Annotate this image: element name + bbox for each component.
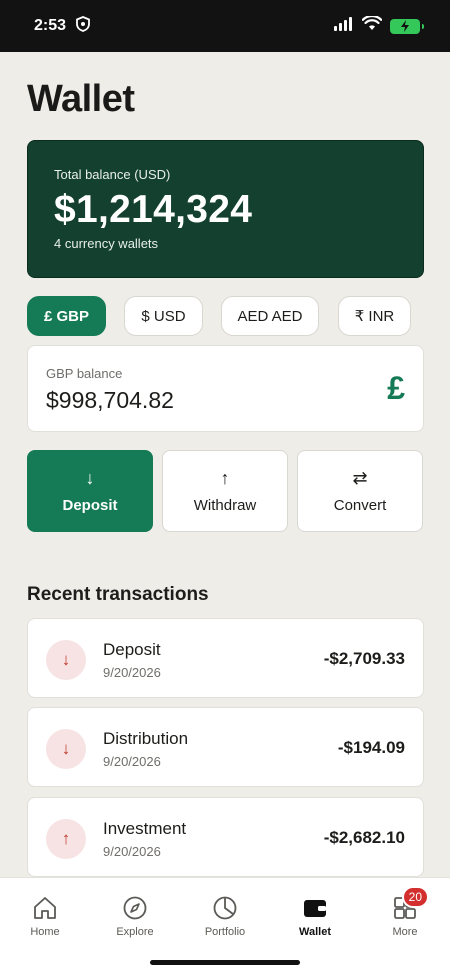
tab-inr[interactable]: ₹ INR (338, 296, 411, 336)
bottom-nav: Home Explore Portfolio Wallet 20 More (0, 877, 450, 975)
status-time: 2:53 (34, 17, 67, 34)
signal-icon (334, 16, 354, 36)
arrow-down-icon: ↓ (85, 467, 95, 488)
convert-button[interactable]: ⇄ Convert (297, 450, 423, 532)
transaction-title: Distribution (103, 729, 189, 748)
withdraw-button[interactable]: ↑ Withdraw (162, 450, 288, 532)
withdraw-button-label: Withdraw (193, 496, 257, 514)
wallet-balance-amount: $998,704.82 (46, 387, 174, 413)
nav-more[interactable]: 20 More (360, 886, 450, 938)
arrow-up-icon: ↑ (220, 467, 230, 488)
wifi-icon (361, 14, 383, 36)
status-bar: 2:53 (0, 0, 450, 52)
wallet-count: 4 currency wallets (54, 236, 159, 251)
convert-button-label: Convert (333, 496, 387, 514)
nav-portfolio-label: Portfolio (204, 926, 246, 938)
transaction-date: 9/20/2026 (103, 665, 161, 680)
transaction-amount: -$2,709.33 (323, 649, 405, 668)
nav-wallet[interactable]: Wallet (270, 894, 360, 938)
home-icon (31, 894, 59, 922)
transaction-date: 9/20/2026 (103, 844, 161, 859)
total-balance-card: Total balance (USD) $1,214,324 4 currenc… (27, 140, 424, 278)
wallet-balance-label: GBP balance (46, 366, 123, 381)
nav-explore-label: Explore (116, 926, 154, 938)
transaction-amount: -$2,682.10 (323, 828, 405, 847)
recent-transactions-title: Recent transactions (27, 584, 209, 605)
tab-gbp[interactable]: £ GBP (27, 296, 106, 336)
selected-wallet-card: GBP balance $998,704.82 £ (27, 345, 424, 432)
transaction-row[interactable]: ↓ Distribution 9/20/2026 -$194.09 (27, 707, 424, 787)
arrow-down-icon: ↓ (46, 640, 86, 680)
tab-usd[interactable]: $ USD (124, 296, 203, 336)
nav-wallet-label: Wallet (299, 926, 331, 938)
nav-explore[interactable]: Explore (90, 894, 180, 938)
transaction-row[interactable]: ↓ Deposit 9/20/2026 -$2,709.33 (27, 618, 424, 698)
transaction-date: 9/20/2026 (103, 754, 161, 769)
total-balance-amount: $1,214,324 (54, 188, 253, 231)
notification-badge: 20 (401, 886, 429, 908)
deposit-button-label: Deposit (62, 496, 118, 514)
grid-icon: 20 (391, 886, 429, 922)
transaction-amount: -$194.09 (337, 738, 405, 757)
wallet-icon (301, 894, 329, 922)
nav-more-label: More (392, 926, 418, 938)
arrow-down-icon: ↓ (46, 729, 86, 769)
nav-home[interactable]: Home (0, 894, 90, 938)
transaction-title: Deposit (103, 640, 161, 659)
battery-charging-icon (390, 18, 424, 34)
transaction-title: Investment (103, 819, 187, 838)
arrow-up-icon: ↑ (46, 819, 86, 859)
deposit-button[interactable]: ↓ Deposit (27, 450, 153, 532)
nav-portfolio[interactable]: Portfolio (180, 894, 270, 938)
shield-icon (76, 15, 90, 37)
pie-chart-icon (211, 894, 239, 922)
total-balance-label: Total balance (USD) (54, 167, 171, 182)
currency-tabs: £ GBP $ USD AED AED ₹ INR (27, 296, 424, 336)
tab-aed[interactable]: AED AED (221, 296, 319, 336)
wallet-actions: ↓ Deposit ↑ Withdraw ⇄ Convert (27, 450, 424, 532)
transaction-row[interactable]: ↑ Investment 9/20/2026 -$2,682.10 (27, 797, 424, 877)
nav-home-label: Home (30, 926, 60, 938)
page-title: Wallet (27, 78, 135, 120)
pound-icon: £ (387, 370, 405, 406)
compass-icon (121, 894, 149, 922)
swap-icon: ⇄ (352, 467, 368, 488)
home-indicator (150, 960, 300, 965)
